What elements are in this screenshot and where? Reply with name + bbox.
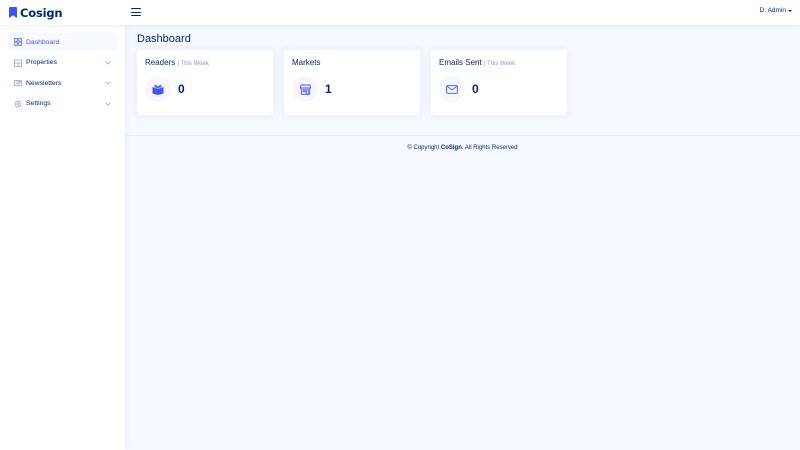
profile-name: D. Admin bbox=[759, 7, 786, 14]
card-value: 0 bbox=[472, 82, 479, 96]
profile-menu[interactable]: D. Admin bbox=[760, 7, 792, 14]
page-title: Dashboard bbox=[137, 33, 191, 45]
sidebar-item-settings[interactable]: Settings bbox=[8, 95, 117, 113]
sidebar-toggle-icon[interactable] bbox=[130, 6, 142, 18]
card-title-text: Emails Sent bbox=[439, 58, 482, 67]
footer-divider bbox=[125, 135, 800, 136]
envelope-icon bbox=[439, 76, 465, 102]
sidebar-item-properties[interactable]: Properties bbox=[8, 54, 117, 72]
top-header: Cosign D. Admin bbox=[0, 0, 800, 25]
footer-suffix: . All Rights Reserved bbox=[461, 145, 518, 151]
sidebar-item-label: Properties bbox=[26, 59, 57, 66]
card-value: 0 bbox=[178, 82, 185, 96]
shop-icon bbox=[292, 76, 318, 102]
readers-card: Readers | This Week 0 bbox=[137, 50, 273, 115]
brand-name: Cosign bbox=[20, 5, 63, 20]
newspaper-icon bbox=[14, 79, 22, 87]
card-title: Emails Sent | This Week bbox=[439, 58, 515, 67]
gear-icon bbox=[14, 100, 22, 108]
grid-icon bbox=[14, 38, 22, 46]
sidebar-item-dashboard[interactable]: Dashboard bbox=[8, 33, 117, 51]
sidebar-item-label: Newsletters bbox=[26, 79, 62, 87]
card-title: Markets bbox=[292, 58, 320, 67]
sidebar-item-label: Settings bbox=[26, 100, 51, 107]
building-icon bbox=[14, 59, 22, 67]
card-subtitle: | This Week bbox=[483, 61, 516, 67]
chevron-down-icon bbox=[105, 80, 111, 87]
bookmark-icon bbox=[9, 7, 17, 18]
card-subtitle: | This Week bbox=[177, 61, 209, 67]
card-title-text: Readers bbox=[145, 58, 176, 67]
sidebar: Dashboard Properties Newsletters Setting… bbox=[0, 25, 125, 450]
brand-logo[interactable]: Cosign bbox=[9, 4, 63, 21]
card-title-text: Markets bbox=[292, 58, 321, 67]
caret-down-icon bbox=[788, 9, 792, 12]
chevron-down-icon bbox=[105, 101, 111, 108]
markets-card: Markets 1 bbox=[284, 50, 420, 115]
footer-brand: CoSign bbox=[440, 145, 462, 151]
footer-prefix: © Copyright bbox=[407, 145, 441, 151]
card-title: Readers | This Week bbox=[145, 58, 209, 67]
footer: © Copyright CoSign. All Rights Reserved bbox=[125, 145, 800, 151]
chevron-down-icon bbox=[105, 60, 111, 67]
card-value: 1 bbox=[325, 82, 332, 96]
sidebar-item-newsletters[interactable]: Newsletters bbox=[8, 74, 117, 92]
emails-sent-card: Emails Sent | This Week 0 bbox=[431, 50, 567, 115]
book-icon bbox=[145, 76, 171, 102]
sidebar-item-label: Dashboard bbox=[26, 38, 60, 46]
